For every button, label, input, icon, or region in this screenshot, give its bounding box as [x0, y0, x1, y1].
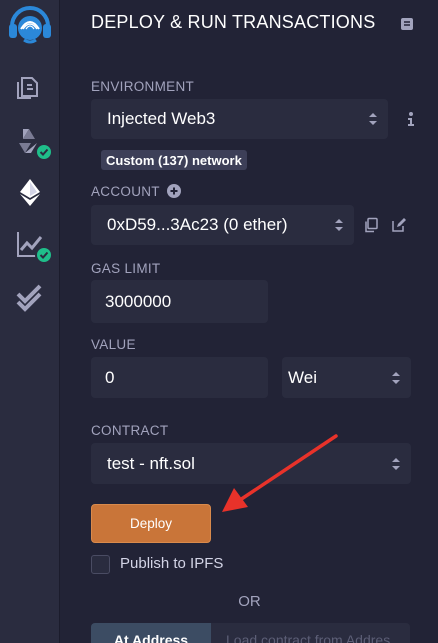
load-contract-address-input[interactable]: Load contract from Addres [211, 623, 410, 643]
contract-select[interactable]: test - nft.sol [91, 443, 411, 484]
analysis-check-icon [35, 246, 53, 264]
contract-value: test - nft.sol [107, 453, 195, 473]
value-unit-select[interactable]: Wei [282, 357, 411, 398]
account-label: ACCOUNT [91, 184, 160, 199]
at-address-button[interactable]: At Address [91, 623, 211, 643]
environment-label: ENVIRONMENT [91, 79, 195, 94]
value-unit: Wei [288, 367, 317, 387]
verify-icon[interactable] [14, 283, 46, 315]
publish-ipfs-checkbox[interactable] [91, 555, 110, 574]
remix-logo-icon[interactable] [6, 4, 54, 46]
gas-limit-input[interactable]: 3000000 [91, 280, 268, 323]
documentation-icon[interactable] [400, 17, 414, 31]
deploy-run-panel: DEPLOY & RUN TRANSACTIONS ENVIRONMENT In… [61, 0, 438, 643]
network-badge: Custom (137) network [101, 150, 247, 170]
contract-label: CONTRACT [91, 423, 169, 438]
compiled-check-icon [35, 143, 53, 161]
file-explorer-icon[interactable] [14, 71, 46, 103]
edit-icon[interactable] [391, 217, 407, 233]
value-label: VALUE [91, 337, 136, 352]
select-arrows-icon [392, 457, 400, 470]
account-value: 0xD59...3Ac23 (0 ether) [107, 215, 288, 234]
select-arrows-icon [392, 371, 400, 384]
environment-select[interactable]: Injected Web3 [91, 99, 388, 139]
or-divider: OR [238, 593, 261, 610]
copy-icon[interactable] [363, 217, 379, 233]
deploy-run-icon[interactable] [14, 176, 46, 208]
value-input[interactable]: 0 [91, 357, 268, 398]
deploy-button[interactable]: Deploy [91, 504, 211, 543]
info-icon[interactable] [403, 111, 419, 127]
icon-sidebar [0, 0, 60, 643]
gas-limit-label: GAS LIMIT [91, 261, 161, 276]
account-select[interactable]: 0xD59...3Ac23 (0 ether) [91, 205, 354, 245]
environment-value: Injected Web3 [107, 109, 216, 128]
publish-ipfs-label: Publish to IPFS [120, 555, 224, 572]
select-arrows-icon [369, 113, 377, 125]
select-arrows-icon [335, 219, 343, 231]
panel-title: DEPLOY & RUN TRANSACTIONS [91, 12, 376, 32]
add-account-icon[interactable] [167, 184, 181, 198]
